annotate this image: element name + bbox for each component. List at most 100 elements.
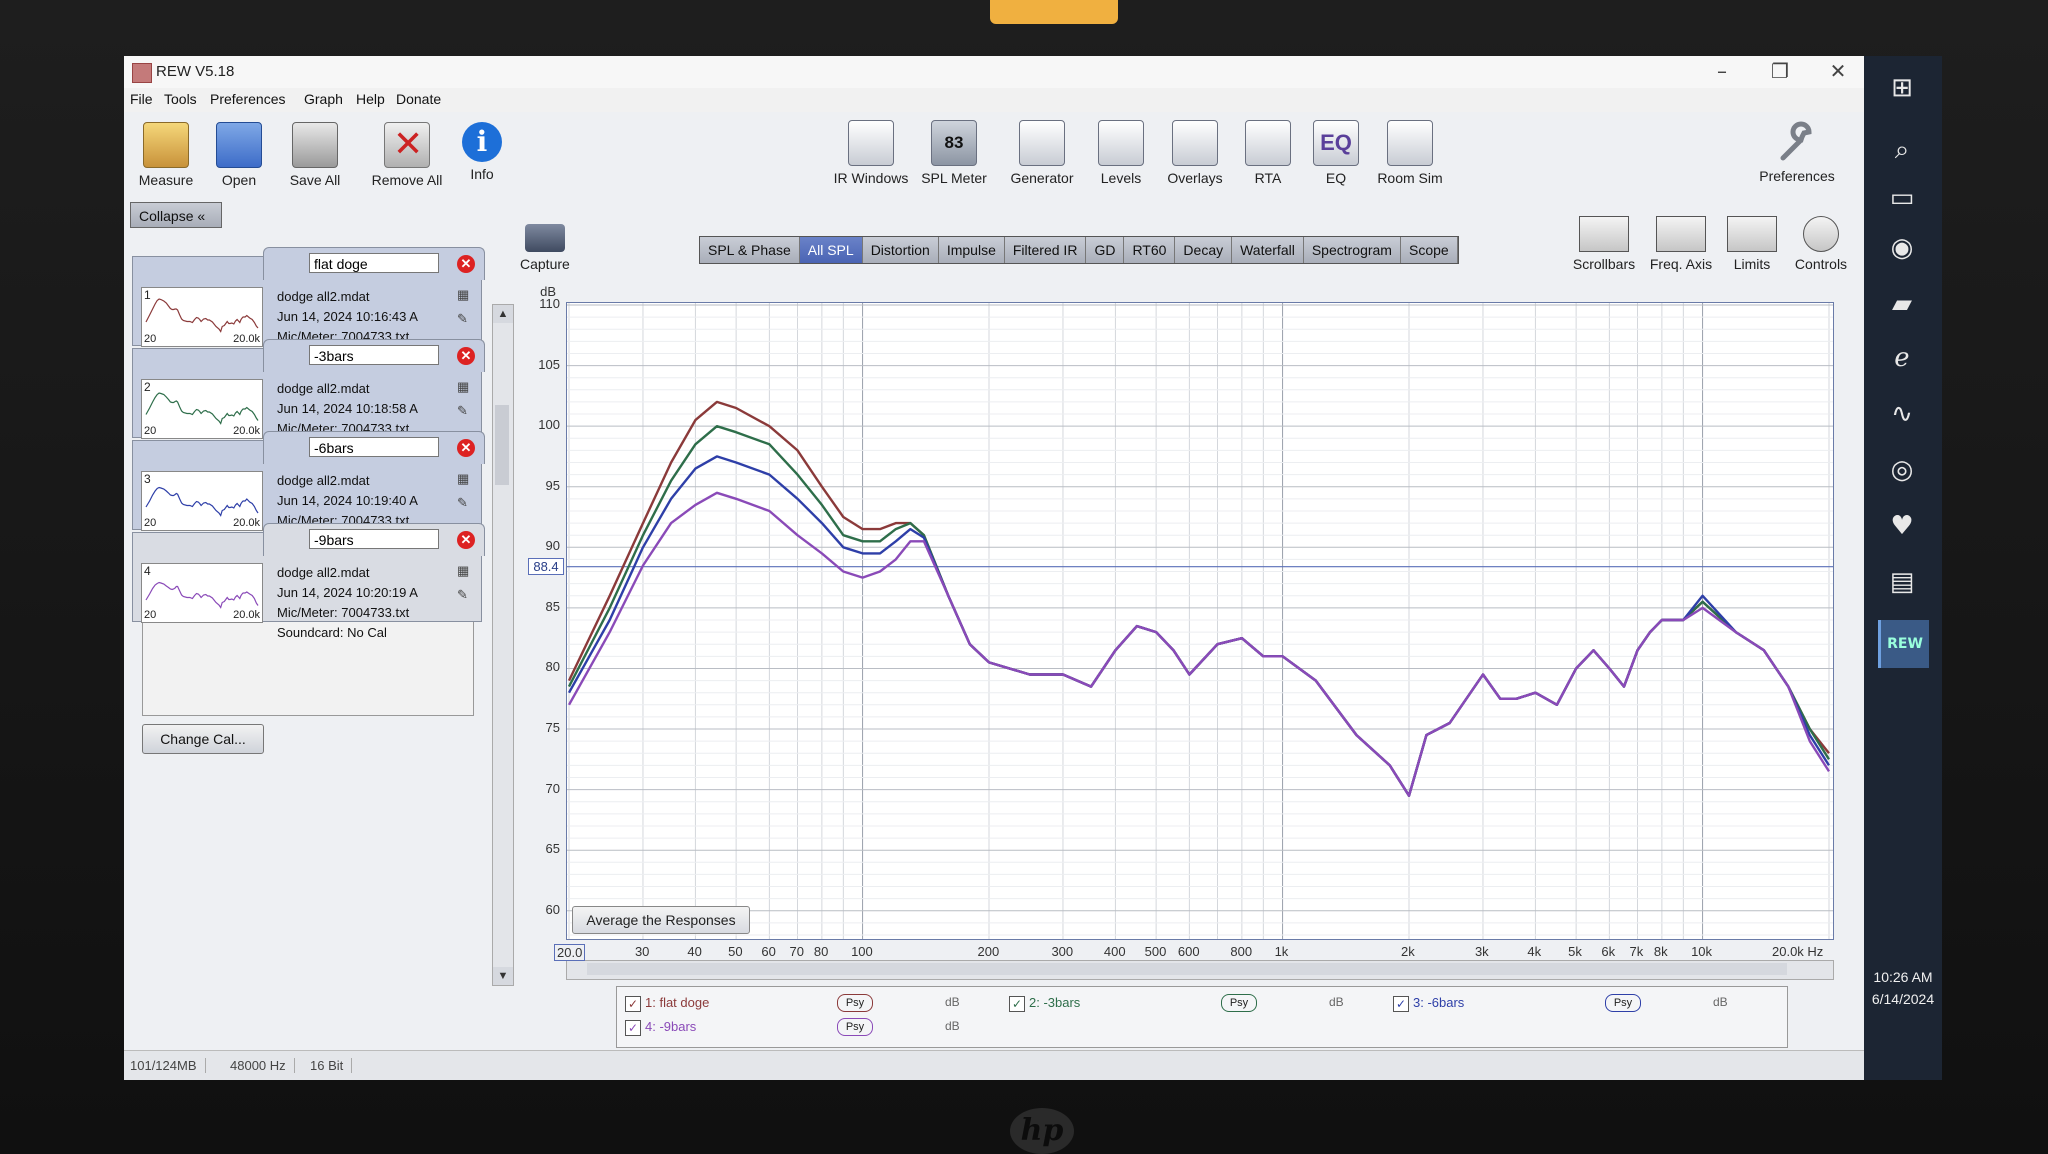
measurement-name-field[interactable]: -6bars: [309, 437, 439, 457]
delete-measurement-icon[interactable]: ✕: [457, 347, 475, 365]
overlays-button[interactable]: Overlays: [1160, 120, 1230, 186]
room-sim-button[interactable]: Room Sim: [1370, 120, 1450, 186]
spl-meter-button[interactable]: 83 SPL Meter: [918, 120, 990, 186]
minimize-button[interactable]: –: [1694, 58, 1750, 84]
measurement-list-scrollbar[interactable]: ▲ ▼: [492, 304, 514, 986]
change-cal-button[interactable]: Change Cal...: [142, 724, 264, 754]
menu-donate[interactable]: Donate: [396, 91, 441, 107]
tab-spl-phase[interactable]: SPL & Phase: [700, 237, 800, 263]
windows-start-icon[interactable]: ⊞: [1878, 64, 1926, 112]
restore-button[interactable]: ❐: [1752, 58, 1808, 84]
save-all-button[interactable]: Save All: [282, 122, 348, 188]
activity-monitor-icon[interactable]: ∿: [1878, 390, 1926, 438]
x-tick-label: 200: [977, 944, 1000, 959]
psy-toggle[interactable]: Psy: [837, 994, 873, 1012]
legend-checkbox[interactable]: ✓: [1009, 995, 1025, 1012]
preferences-button[interactable]: Preferences: [1754, 120, 1840, 184]
controls-button[interactable]: Controls: [1788, 216, 1854, 272]
measure-icon: [143, 122, 189, 168]
measurement-edit-icon[interactable]: ✎: [457, 403, 473, 419]
measurement-thumbnail[interactable]: 3 20 20.0k: [141, 471, 263, 531]
tab-decay[interactable]: Decay: [1175, 237, 1233, 263]
legend-checkbox[interactable]: ✓: [625, 995, 641, 1012]
menu-tools[interactable]: Tools: [164, 91, 197, 107]
menu-help[interactable]: Help: [356, 91, 385, 107]
file-explorer-icon[interactable]: ▰: [1878, 280, 1926, 328]
measurement-thumbnail[interactable]: 2 20 20.0k: [141, 379, 263, 439]
graph-horizontal-scrollbar[interactable]: [566, 960, 1834, 980]
delete-measurement-icon[interactable]: ✕: [457, 255, 475, 273]
scroll-up-icon[interactable]: ▲: [493, 305, 513, 323]
vivaldi-icon[interactable]: ♥: [1878, 502, 1926, 550]
tab-filtered-ir[interactable]: Filtered IR: [1004, 237, 1087, 263]
legend-item[interactable]: ✓ 4: -9bars: [625, 1019, 696, 1036]
psy-toggle[interactable]: Psy: [1221, 994, 1257, 1012]
scroll-down-icon[interactable]: ▼: [493, 967, 513, 985]
generator-button[interactable]: Generator: [1002, 120, 1082, 186]
collapse-button[interactable]: Collapse «: [130, 202, 222, 228]
tab-gd[interactable]: GD: [1086, 237, 1125, 263]
measurement-name-field[interactable]: -3bars: [309, 345, 439, 365]
measurement-edit-icon[interactable]: ✎: [457, 587, 473, 603]
freq-axis-button[interactable]: Freq. Axis: [1644, 216, 1718, 272]
measurement-thumbnail[interactable]: 1 20 20.0k: [141, 287, 263, 347]
open-button[interactable]: Open: [214, 122, 264, 188]
scrollbars-button[interactable]: Scrollbars: [1568, 216, 1640, 272]
measure-button[interactable]: Measure: [138, 122, 194, 188]
measurement-name-field[interactable]: -9bars: [309, 529, 439, 549]
legend-item[interactable]: ✓ 2: -3bars: [1009, 995, 1080, 1012]
legend-checkbox[interactable]: ✓: [625, 1019, 641, 1036]
scroll-thumb[interactable]: [495, 405, 509, 485]
measurement-chart-icon[interactable]: ▦: [457, 471, 473, 487]
measurement-edit-icon[interactable]: ✎: [457, 495, 473, 511]
measurement-card[interactable]: flat doge ✕ 1 20 20.0k dodge all2.mdat Jun 14,…: [132, 247, 485, 347]
psy-toggle[interactable]: Psy: [1605, 994, 1641, 1012]
measurement-chart-icon[interactable]: ▦: [457, 287, 473, 303]
levels-button[interactable]: Levels: [1090, 120, 1152, 186]
hscroll-thumb[interactable]: [587, 963, 1787, 975]
internet-explorer-icon[interactable]: ℯ: [1878, 334, 1926, 382]
average-responses-button[interactable]: Average the Responses: [572, 906, 750, 934]
chrome-icon[interactable]: ◎: [1878, 446, 1926, 494]
limits-button[interactable]: Limits: [1722, 216, 1782, 272]
tab-scope[interactable]: Scope: [1400, 237, 1458, 263]
legend-checkbox[interactable]: ✓: [1393, 995, 1409, 1012]
spl-graph[interactable]: [566, 302, 1834, 940]
remove-all-button[interactable]: Remove All: [366, 122, 448, 188]
measurement-chart-icon[interactable]: ▦: [457, 379, 473, 395]
menu-graph[interactable]: Graph: [304, 91, 343, 107]
measurement-name-field[interactable]: flat doge: [309, 253, 439, 273]
measurement-card[interactable]: -9bars ✕ 4 20 20.0k dodge all2.mdat Jun 14, 20…: [132, 523, 485, 640]
taskbar-clock[interactable]: 10:26 AM 6/14/2024: [1864, 966, 1942, 1010]
capture-button[interactable]: Capture: [520, 224, 570, 272]
info-button[interactable]: i Info: [454, 122, 510, 182]
search-icon[interactable]: ⌕: [1878, 126, 1926, 174]
menu-file[interactable]: File: [130, 91, 153, 107]
measurement-card[interactable]: -6bars ✕ 3 20 20.0k dodge all2.mdat Jun 14, 20…: [132, 431, 485, 531]
measurement-card[interactable]: -3bars ✕ 2 20 20.0k dodge all2.mdat Jun 14, 20…: [132, 339, 485, 439]
eq-button[interactable]: EQ EQ: [1308, 120, 1364, 186]
legend-item[interactable]: ✓ 3: -6bars: [1393, 995, 1464, 1012]
task-view-icon[interactable]: ▭: [1878, 174, 1926, 222]
measurement-edit-icon[interactable]: ✎: [457, 311, 473, 327]
close-button[interactable]: ✕: [1810, 58, 1864, 84]
tab-rt60[interactable]: RT60: [1124, 237, 1176, 263]
tab-spectrogram[interactable]: Spectrogram: [1303, 237, 1401, 263]
tab-waterfall[interactable]: Waterfall: [1232, 237, 1304, 263]
rew-icon[interactable]: REW: [1878, 620, 1929, 668]
chart-app-icon[interactable]: ▤: [1878, 558, 1926, 606]
delete-measurement-icon[interactable]: ✕: [457, 531, 475, 549]
ir-windows-button[interactable]: IR Windows: [830, 120, 912, 186]
menu-preferences[interactable]: Preferences: [210, 91, 285, 107]
psy-toggle[interactable]: Psy: [837, 1018, 873, 1036]
tab-all-spl[interactable]: All SPL: [799, 237, 863, 263]
tab-impulse[interactable]: Impulse: [938, 237, 1005, 263]
tab-distortion[interactable]: Distortion: [862, 237, 939, 263]
measurement-detail-line: Soundcard: No Cal: [277, 625, 387, 640]
delete-measurement-icon[interactable]: ✕: [457, 439, 475, 457]
measurement-thumbnail[interactable]: 4 20 20.0k: [141, 563, 263, 623]
rta-button[interactable]: RTA: [1240, 120, 1296, 186]
measurement-chart-icon[interactable]: ▦: [457, 563, 473, 579]
legend-item[interactable]: ✓ 1: flat doge: [625, 995, 709, 1012]
edge-icon[interactable]: ◉: [1878, 224, 1926, 272]
